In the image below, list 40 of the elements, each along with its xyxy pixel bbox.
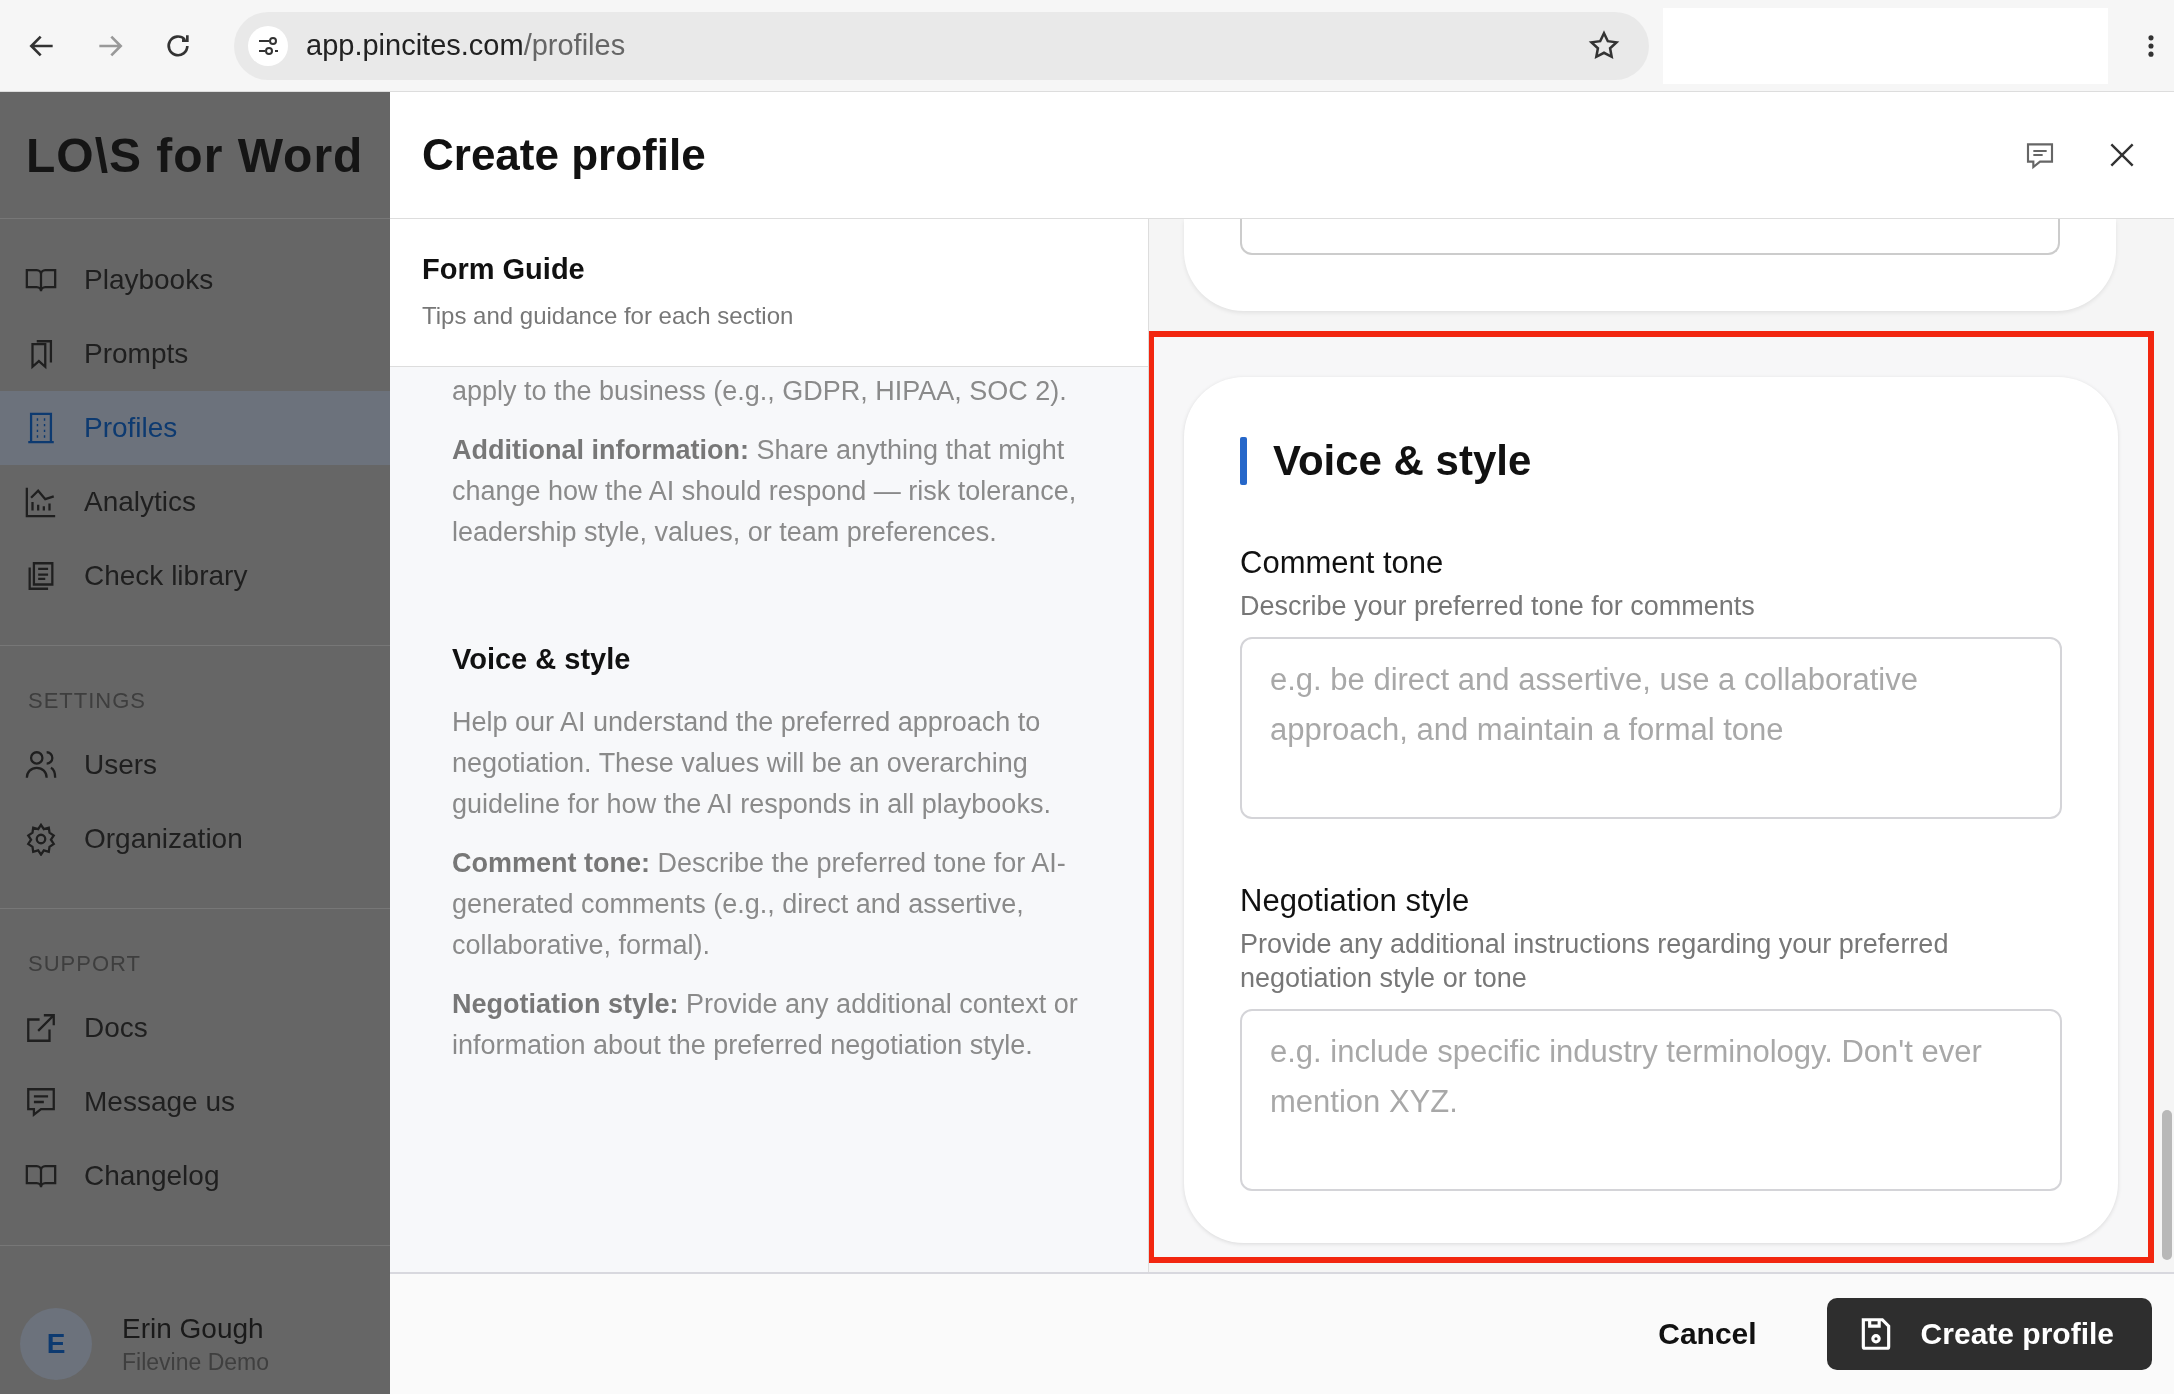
nav-item[interactable]: Analytics: [0, 465, 390, 539]
nav-item[interactable]: Profiles: [0, 391, 390, 465]
logo: LO\S for Word: [26, 127, 364, 183]
site-settings-icon[interactable]: [248, 25, 288, 66]
nav-item[interactable]: Check library: [0, 539, 390, 613]
nav-item[interactable]: Docs: [0, 991, 390, 1065]
avatar[interactable]: E: [20, 1308, 92, 1380]
text-area[interactable]: e.g. be direct and assertive, use a collaborative approach, and maintain a formal tone: [1240, 637, 2062, 819]
modal-title: Create profile: [422, 130, 707, 180]
nav-item[interactable]: Prompts: [0, 317, 390, 391]
address-bar[interactable]: app.pincites.com/profiles: [234, 11, 1649, 80]
nav-item[interactable]: Organization: [0, 802, 390, 876]
text-area[interactable]: e.g. include specific industry terminology. Don't ever mention XYZ.: [1240, 1009, 2062, 1191]
gear-icon: [24, 822, 58, 856]
create-profile-button[interactable]: Create profile: [1826, 1298, 2152, 1370]
external-icon: [24, 1011, 58, 1045]
field-label: Negotiation style: [1240, 883, 1471, 919]
nav-item[interactable]: Changelog: [0, 1139, 390, 1213]
field-hint: Describe your preferred tone for comments: [1240, 590, 1756, 623]
guide-subtitle: Tips and guidance for each section: [422, 302, 795, 330]
url-text: app.pincites.com/profiles: [306, 29, 627, 62]
cancel-button[interactable]: Cancel: [1648, 1305, 1767, 1363]
scrollbar-thumb[interactable]: [2162, 1110, 2172, 1260]
field-hint: Provide any additional instructions regarding your preferred negotiation style or tone: [1240, 928, 1950, 995]
message-icon: [24, 1085, 58, 1119]
guide-paragraph: Negotiation style: Provide any additional context or information about the preferred negotiation style.: [452, 988, 1079, 1062]
nav-item[interactable]: Playbooks: [0, 243, 390, 317]
chart-icon: [24, 485, 58, 519]
nav-item[interactable]: Message us: [0, 1065, 390, 1139]
guide-paragraph: Help our AI understand the preferred approach to negotiation. These values will be an overarching guideline for how the AI responds in all playbooks.: [452, 706, 1052, 821]
guide-paragraph: apply to the business (e.g., GDPR, HIPAA, SOC 2).: [452, 375, 1068, 408]
field-label: Comment tone: [1240, 545, 1445, 581]
user-name: Erin Gough: [122, 1312, 265, 1345]
guide-title: Form Guide: [422, 253, 586, 286]
section-title: Voice & style: [1273, 437, 1532, 485]
guide-paragraph: Comment tone: Describe the preferred tone for AI-generated comments (e.g., direct and assertive, collaborative, formal).: [452, 847, 1067, 962]
guide-paragraph: Additional information: Share anything that might change how the AI should respond — risk tolerance, leadership style, values, or team preferences.: [452, 434, 1078, 549]
guide-heading: Voice & style: [452, 643, 632, 676]
accent-bar: [1240, 437, 1247, 485]
nav-item[interactable]: Users: [0, 728, 390, 802]
